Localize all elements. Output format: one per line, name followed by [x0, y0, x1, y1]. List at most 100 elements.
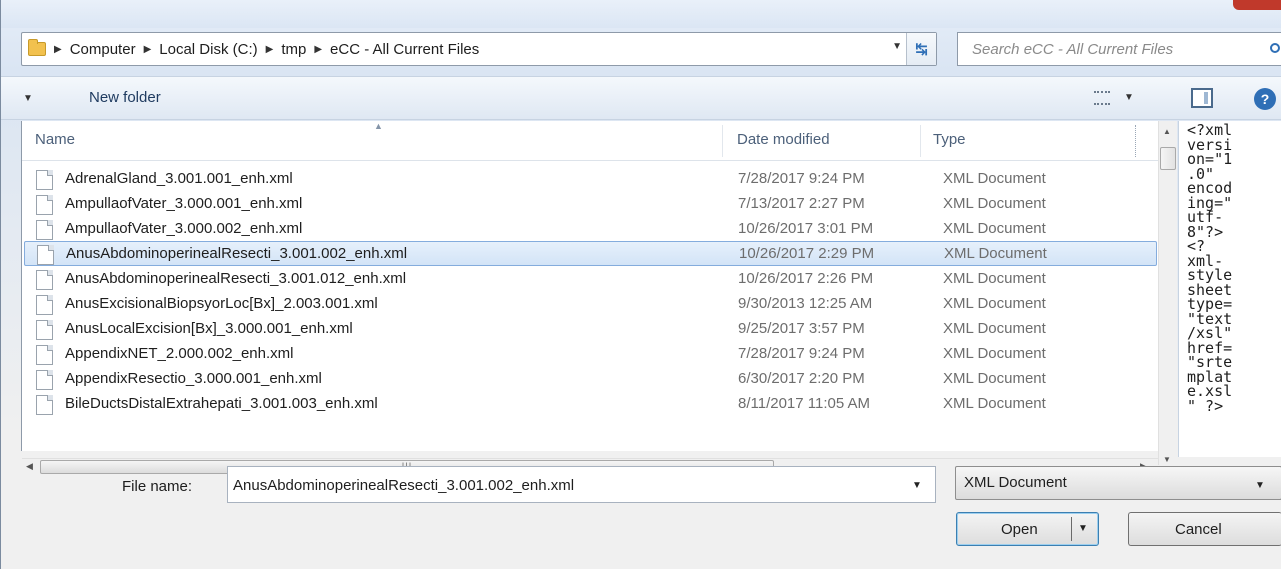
xml-file-icon	[36, 320, 53, 340]
file-date: 7/28/2017 9:24 PM	[738, 345, 865, 362]
close-button[interactable]	[1233, 0, 1281, 10]
scroll-down-icon[interactable]: ▼	[1163, 455, 1171, 464]
table-row[interactable]: AdrenalGland_3.001.001_enh.xml 7/28/2017…	[22, 167, 1158, 192]
open-button-label: Open	[1001, 521, 1038, 538]
table-row[interactable]: AnusAbdominoperinealResecti_3.001.012_en…	[22, 267, 1158, 292]
scroll-thumb[interactable]	[1160, 147, 1176, 170]
preview-pane: <?xml versi on="1 .0" encod ing=" utf- 8…	[1178, 121, 1281, 457]
address-dropdown-icon[interactable]: ▼	[892, 41, 902, 52]
column-divider[interactable]	[920, 125, 921, 157]
views-icon[interactable]	[1094, 91, 1110, 105]
file-name: BileDuctsDistalExtrahepati_3.001.003_enh…	[65, 395, 378, 412]
breadcrumb-tmp[interactable]: tmp	[281, 41, 306, 58]
file-date: 10/26/2017 2:26 PM	[738, 270, 874, 287]
file-type: XML Document	[943, 295, 1046, 312]
open-button[interactable]: Open ▼	[956, 512, 1099, 546]
file-name: AnusLocalExcision[Bx]_3.000.001_enh.xml	[65, 320, 353, 337]
file-date: 7/13/2017 2:27 PM	[738, 195, 865, 212]
file-type: XML Document	[943, 270, 1046, 287]
xml-file-icon	[36, 220, 53, 240]
file-name: AnusExcisionalBiopsyorLoc[Bx]_2.003.001.…	[65, 295, 378, 312]
help-icon[interactable]: ?	[1254, 88, 1276, 110]
file-name: AmpullaofVater_3.000.001_enh.xml	[65, 195, 303, 212]
file-date: 10/26/2017 2:29 PM	[739, 245, 875, 262]
xml-file-icon	[36, 295, 53, 315]
scroll-left-icon[interactable]: ◀	[26, 461, 33, 472]
new-folder-button[interactable]: New folder	[89, 89, 161, 106]
refresh-icon[interactable]: ↹	[906, 33, 936, 65]
file-name-input[interactable]: AnusAbdominoperinealResecti_3.001.002_en…	[227, 466, 936, 503]
file-type: XML Document	[943, 370, 1046, 387]
chevron-right-icon[interactable]: ▶	[314, 44, 322, 55]
file-date: 10/26/2017 3:01 PM	[738, 220, 874, 237]
file-type-dropdown-icon[interactable]: ▼	[1255, 480, 1265, 491]
toolbar: ▼ New folder ▼ ?	[1, 76, 1281, 120]
file-date: 9/30/2013 12:25 AM	[738, 295, 873, 312]
xml-file-icon	[36, 270, 53, 290]
organize-dropdown-icon[interactable]: ▼	[23, 93, 33, 104]
xml-file-icon	[36, 195, 53, 215]
breadcrumb-local-disk[interactable]: Local Disk (C:)	[159, 41, 257, 58]
breadcrumb-computer[interactable]: Computer	[70, 41, 136, 58]
table-row[interactable]: AppendixResectio_3.000.001_enh.xml 6/30/…	[22, 367, 1158, 392]
column-header-row: ▲ Name Date modified Type	[22, 121, 1158, 161]
table-row[interactable]: AppendixNET_2.000.002_enh.xml 7/28/2017 …	[22, 342, 1158, 367]
file-type: XML Document	[943, 170, 1046, 187]
cancel-button-label: Cancel	[1175, 521, 1222, 538]
file-type-value: XML Document	[964, 474, 1067, 491]
preview-pane-icon[interactable]	[1191, 88, 1213, 108]
file-type: XML Document	[943, 220, 1046, 237]
address-bar[interactable]: ▶ Computer ▶ Local Disk (C:) ▶ tmp ▶ eCC…	[21, 32, 937, 66]
column-name[interactable]: Name	[35, 131, 75, 148]
search-icon[interactable]	[1270, 43, 1280, 53]
xml-file-icon	[36, 370, 53, 390]
column-date-modified[interactable]: Date modified	[737, 131, 830, 148]
scroll-up-icon[interactable]: ▲	[1163, 127, 1171, 136]
file-type: XML Document	[943, 195, 1046, 212]
column-type[interactable]: Type	[933, 131, 966, 148]
file-date: 7/28/2017 9:24 PM	[738, 170, 865, 187]
search-placeholder: Search eCC - All Current Files	[972, 40, 1174, 58]
file-name: AdrenalGland_3.001.001_enh.xml	[65, 170, 293, 187]
file-date: 8/11/2017 11:05 AM	[738, 395, 871, 412]
folder-icon	[28, 39, 46, 56]
xml-file-icon	[36, 345, 53, 365]
table-row[interactable]: BileDuctsDistalExtrahepati_3.001.003_enh…	[22, 392, 1158, 417]
table-row[interactable]: AnusLocalExcision[Bx]_3.000.001_enh.xml …	[22, 317, 1158, 342]
chevron-right-icon[interactable]: ▶	[266, 44, 274, 55]
file-name: AppendixNET_2.000.002_enh.xml	[65, 345, 294, 362]
file-name: AnusAbdominoperinealResecti_3.001.012_en…	[65, 270, 407, 287]
file-date: 6/30/2017 2:20 PM	[738, 370, 865, 387]
file-open-dialog: ▶ Computer ▶ Local Disk (C:) ▶ tmp ▶ eCC…	[0, 0, 1281, 569]
column-divider[interactable]	[1135, 125, 1136, 157]
views-dropdown-icon[interactable]: ▼	[1124, 92, 1134, 103]
file-name-dropdown-icon[interactable]: ▼	[912, 480, 922, 491]
xml-file-icon	[36, 395, 53, 415]
sort-ascending-icon: ▲	[374, 121, 383, 131]
table-row[interactable]: AmpullaofVater_3.000.002_enh.xml 10/26/2…	[22, 217, 1158, 242]
chevron-right-icon[interactable]: ▶	[144, 44, 152, 55]
file-type: XML Document	[943, 345, 1046, 362]
file-type: XML Document	[944, 245, 1047, 262]
open-dropdown-icon[interactable]: ▼	[1078, 523, 1088, 534]
search-input[interactable]: Search eCC - All Current Files	[957, 32, 1281, 66]
file-list[interactable]: ▲ Name Date modified Type AdrenalGland_3…	[21, 121, 1177, 475]
title-strip	[1, 0, 1281, 28]
breadcrumb-current-folder[interactable]: eCC - All Current Files	[330, 41, 479, 58]
xml-file-icon	[36, 170, 53, 190]
chevron-right-icon[interactable]: ▶	[54, 44, 62, 55]
vertical-scrollbar[interactable]: ▲ ▼	[1158, 121, 1177, 465]
xml-file-icon	[37, 245, 54, 265]
column-divider[interactable]	[722, 125, 723, 157]
file-date: 9/25/2017 3:57 PM	[738, 320, 865, 337]
file-name: AmpullaofVater_3.000.002_enh.xml	[65, 220, 303, 237]
table-row[interactable]: AmpullaofVater_3.000.001_enh.xml 7/13/20…	[22, 192, 1158, 217]
preview-text: <?xml versi on="1 .0" encod ing=" utf- 8…	[1187, 121, 1233, 415]
table-row[interactable]: AnusExcisionalBiopsyorLoc[Bx]_2.003.001.…	[22, 292, 1158, 317]
table-row-selected[interactable]: AnusAbdominoperinealResecti_3.001.002_en…	[24, 241, 1157, 266]
cancel-button[interactable]: Cancel	[1128, 512, 1281, 546]
file-type: XML Document	[943, 320, 1046, 337]
file-type-select[interactable]: XML Document	[955, 466, 1281, 500]
file-type: XML Document	[943, 395, 1046, 412]
file-name: AnusAbdominoperinealResecti_3.001.002_en…	[66, 245, 408, 262]
